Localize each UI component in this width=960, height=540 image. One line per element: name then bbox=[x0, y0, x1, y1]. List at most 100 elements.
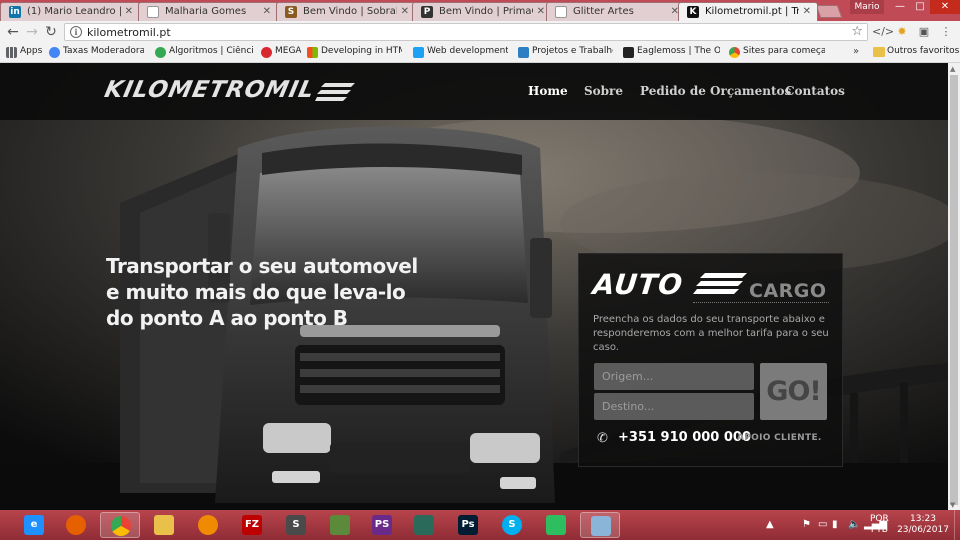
photoshop-cc-icon: Ps bbox=[458, 515, 478, 535]
puzzle-extension-icon[interactable]: ✸ bbox=[894, 24, 910, 40]
nav-home[interactable]: Home bbox=[528, 84, 568, 98]
bookmark-apps[interactable]: Apps bbox=[6, 46, 46, 60]
show-desktop-button[interactable] bbox=[954, 510, 960, 540]
logo-speed-lines-icon bbox=[315, 83, 355, 101]
close-window-button[interactable]: ✕ bbox=[930, 0, 960, 14]
logo-auto-text: AUTO bbox=[591, 268, 685, 301]
apps-icon bbox=[6, 47, 17, 58]
tab-kilometromil[interactable]: K Kilometromil.pt | Transp ✕ bbox=[678, 2, 818, 21]
minimize-button[interactable]: — bbox=[890, 0, 910, 14]
tab-glitter[interactable]: Glitter Artes ✕ bbox=[546, 2, 686, 21]
phone-number: +351 910 000 000 bbox=[618, 430, 752, 445]
bookmark-projetos[interactable]: Projetos e Trabalhos bbox=[518, 46, 613, 60]
taskbar-file-explorer-button[interactable] bbox=[144, 512, 184, 538]
bookmark-eaglemoss[interactable]: Eaglemoss | The Offic bbox=[623, 46, 720, 60]
go-button[interactable]: GO! bbox=[760, 363, 827, 420]
menu-icon[interactable]: ⋮ bbox=[938, 24, 954, 40]
browser-toolbar: ← → ↻ i kilometromil.pt ☆ </> ✸ ▣ ⋮ bbox=[0, 21, 960, 43]
taskbar-window-app-button[interactable] bbox=[404, 512, 444, 538]
more-bookmarks-button[interactable]: » bbox=[853, 46, 859, 57]
taskbar-photoshop-cc-button[interactable]: Ps bbox=[448, 512, 488, 538]
taskbar-internet-explorer-button[interactable]: e bbox=[14, 512, 54, 538]
scroll-up-icon[interactable]: ▲ bbox=[950, 65, 955, 73]
forward-button[interactable]: → bbox=[23, 23, 41, 41]
folder-icon bbox=[873, 47, 885, 57]
phone-icon: ✆ bbox=[597, 431, 608, 446]
tab-label: Bem Vindo | PrimaGama bbox=[439, 6, 533, 17]
taskbar-image-viewer-button[interactable] bbox=[320, 512, 360, 538]
info-icon[interactable]: i bbox=[70, 26, 82, 38]
device-icon[interactable]: ▭ bbox=[818, 519, 827, 530]
taskbar-windows-app-button[interactable] bbox=[580, 512, 620, 538]
tab-sobralcar[interactable]: S Bem Vindo | SobralCar ✕ bbox=[276, 2, 416, 21]
quote-form-panel: AUTO CARGO Preencha os dados do seu tran… bbox=[578, 253, 843, 467]
taskbar-evernote-button[interactable] bbox=[536, 512, 576, 538]
taskbar-photoshop-button[interactable]: PS bbox=[362, 512, 402, 538]
scroll-thumb[interactable] bbox=[950, 75, 958, 505]
bookmark-mega[interactable]: MEGA bbox=[261, 46, 301, 60]
bookmark-label: Algoritmos | Ciência d bbox=[169, 46, 253, 56]
taskbar-filezilla-button[interactable]: FZ bbox=[232, 512, 272, 538]
reload-button[interactable]: ↻ bbox=[42, 23, 60, 41]
tab-primagama[interactable]: P Bem Vindo | PrimaGama ✕ bbox=[412, 2, 552, 21]
tab-linkedin[interactable]: in (1) Mario Leandro | Linke ✕ bbox=[0, 2, 140, 21]
close-tab-icon[interactable]: ✕ bbox=[125, 6, 133, 17]
web-page: KILOMETROMIL Home Sobre Pedido de Orçame… bbox=[0, 63, 948, 510]
address-bar[interactable]: i kilometromil.pt ☆ bbox=[64, 23, 868, 41]
close-tab-icon[interactable]: ✕ bbox=[537, 6, 545, 17]
hero-line: e muito mais do que leva-lo bbox=[106, 280, 406, 304]
hero-line: Transportar o seu automovel bbox=[106, 254, 418, 278]
close-tab-icon[interactable]: ✕ bbox=[263, 6, 271, 17]
taskbar-skype-button[interactable]: S bbox=[492, 512, 532, 538]
close-tab-icon[interactable]: ✕ bbox=[401, 6, 409, 17]
show-hidden-icons-icon[interactable]: ▲ bbox=[766, 519, 774, 530]
bookmark-algoritmos[interactable]: Algoritmos | Ciência d bbox=[155, 46, 253, 60]
taskbar-firefox-button[interactable] bbox=[56, 512, 96, 538]
taskbar-chrome-button[interactable] bbox=[100, 512, 140, 538]
skype-icon: S bbox=[502, 515, 522, 535]
tab-label: Malharia Gomes bbox=[165, 6, 247, 17]
profile-button[interactable]: Mario bbox=[850, 0, 884, 14]
site-logo[interactable]: KILOMETROMIL bbox=[102, 77, 355, 107]
bookmark-webdev[interactable]: Web development | F bbox=[413, 46, 508, 60]
bookmark-star-icon[interactable]: ☆ bbox=[851, 24, 863, 39]
system-clock[interactable]: 13:23 23/06/2017 bbox=[897, 514, 949, 536]
maximize-button[interactable]: □ bbox=[910, 0, 930, 14]
bookmark-label: Eaglemoss | The Offic bbox=[637, 46, 720, 56]
eaglemoss-icon bbox=[623, 47, 634, 58]
keyboard-code: PTB bbox=[870, 525, 888, 535]
page-scrollbar[interactable]: ▲ ▼ bbox=[948, 63, 960, 510]
bookmark-label: Projetos e Trabalhos bbox=[532, 46, 613, 56]
destination-input[interactable] bbox=[594, 393, 754, 420]
chrome-icon bbox=[111, 516, 131, 536]
close-tab-icon[interactable]: ✕ bbox=[803, 6, 811, 17]
bookmark-html5[interactable]: Developing in HTML5 bbox=[307, 46, 402, 60]
taskbar-vlc-button[interactable] bbox=[188, 512, 228, 538]
kilometromil-icon: K bbox=[687, 6, 699, 18]
url-text: kilometromil.pt bbox=[87, 26, 171, 39]
screenshot-extension-icon[interactable]: ▣ bbox=[916, 24, 932, 40]
other-bookmarks-folder[interactable]: Outros favoritos bbox=[873, 46, 959, 57]
photoshop-icon: PS bbox=[372, 515, 392, 535]
code-extension-icon[interactable]: </> bbox=[872, 24, 894, 40]
microsoft-icon bbox=[307, 47, 318, 58]
taskbar-sublime-text-button[interactable]: S bbox=[276, 512, 316, 538]
nav-sobre[interactable]: Sobre bbox=[584, 84, 623, 98]
bookmark-taxas[interactable]: Taxas Moderadoras - bbox=[49, 46, 144, 60]
nav-contatos[interactable]: Contatos bbox=[785, 84, 845, 98]
google-icon bbox=[155, 47, 166, 58]
language-indicator[interactable]: POR PTB bbox=[870, 514, 889, 536]
volume-icon[interactable]: 🔈 bbox=[848, 519, 860, 530]
bookmark-sites[interactable]: Sites para começar a bbox=[729, 46, 825, 60]
image-viewer-icon bbox=[330, 515, 350, 535]
new-tab-button[interactable] bbox=[815, 5, 843, 18]
back-button[interactable]: ← bbox=[4, 23, 22, 41]
battery-icon[interactable]: ▮ bbox=[832, 519, 838, 530]
origin-input[interactable] bbox=[594, 363, 754, 390]
scroll-down-icon[interactable]: ▼ bbox=[950, 501, 955, 509]
tab-malharia[interactable]: Malharia Gomes ✕ bbox=[138, 2, 278, 21]
nav-pedido-orcamentos[interactable]: Pedido de Orçamentos bbox=[640, 84, 791, 98]
action-center-flag-icon[interactable]: ⚑ bbox=[802, 519, 811, 530]
phone-label: APOIO CLIENTE. bbox=[737, 433, 822, 443]
sublime-text-icon: S bbox=[286, 515, 306, 535]
